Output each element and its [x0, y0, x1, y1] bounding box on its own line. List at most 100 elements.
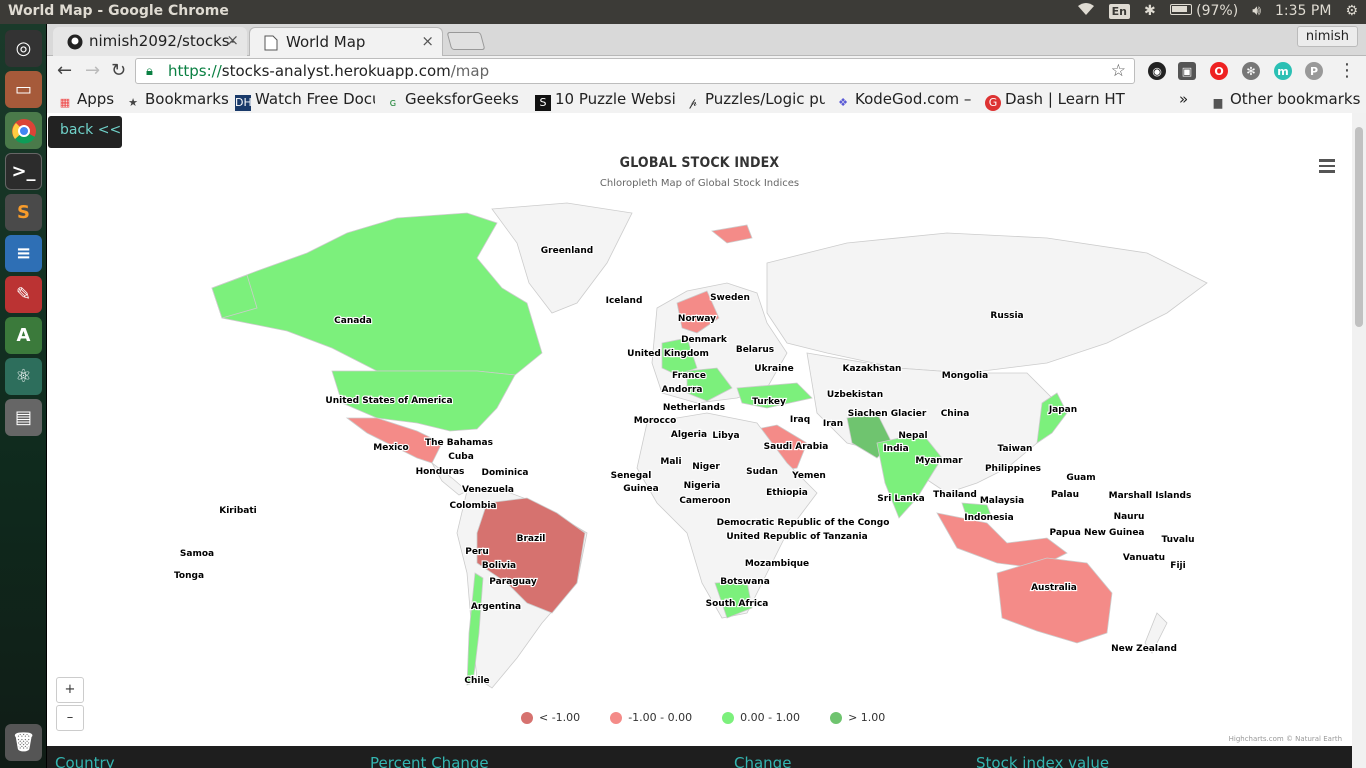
country-label: Belarus	[736, 345, 774, 355]
battery-indicator[interactable]: (97%)	[1169, 3, 1239, 19]
world-map[interactable]: Greenland Iceland Sweden Norway Russia Canada…	[47, 113, 1352, 746]
legend-swatch	[521, 711, 533, 724]
other-bookmarks[interactable]: ▆ Other bookmarks	[1210, 90, 1361, 111]
reload-icon[interactable]: ↻	[111, 60, 126, 81]
atom-icon[interactable]: ⚛	[5, 358, 42, 395]
writer-icon[interactable]: ≡	[5, 235, 42, 272]
column-header-percent-change[interactable]: Percent Change	[370, 754, 489, 768]
bookmark-watch-free-docu[interactable]: DH Watch Free Docu	[235, 90, 375, 111]
url-host: stocks-analyst.herokuapp.com	[221, 62, 451, 80]
tab-title: World Map	[286, 33, 366, 51]
country-label: Ethiopia	[766, 488, 808, 498]
country-label: Tonga	[174, 571, 204, 581]
country-label: Palau	[1051, 490, 1079, 500]
tab-world-map[interactable]: World Map ×	[249, 27, 443, 56]
bookmarks-bar: ▦ Apps ★ Bookmarks DH Watch Free Docu ɢ Geek…	[47, 86, 1366, 112]
trash-icon[interactable]: 🗑︎	[5, 724, 42, 761]
bug-icon[interactable]: ✻	[1242, 62, 1260, 80]
country-label: Norway	[678, 314, 716, 324]
close-icon[interactable]: ×	[226, 31, 239, 49]
menu-icon[interactable]: ⋮	[1338, 60, 1356, 81]
data-table-header: Country Percent Change Change Stock inde…	[47, 746, 1352, 768]
scroll-thumb[interactable]	[1355, 127, 1363, 327]
address-bar[interactable]: 🔒︎ https://stocks-analyst.herokuapp.com/…	[135, 58, 1135, 84]
country-label: Denmark	[681, 335, 728, 345]
map-legend: < -1.00 -1.00 - 0.00 0.00 - 1.00 > 1.00	[521, 711, 885, 724]
country-label: China	[941, 409, 970, 419]
wifi-icon[interactable]	[1077, 2, 1095, 20]
app-launcher: ◎ ▭ >_ S ≡ ✎ A ⚛ ▤ 🗑︎	[0, 24, 47, 768]
keyboard-layout-indicator[interactable]: En	[1108, 3, 1130, 19]
bookmark-geeksforgeeks[interactable]: ɢGeeksforGeeks | /	[385, 90, 525, 111]
disk-icon[interactable]: ▤	[5, 399, 42, 436]
ubuntu-dash-icon[interactable]: ◎	[5, 30, 42, 67]
bluetooth-icon[interactable]: ✱	[1144, 3, 1156, 19]
legend-item[interactable]: < -1.00	[521, 711, 580, 724]
country-label: Canada	[334, 316, 372, 326]
bookmark-kodegod[interactable]: ❖ KodeGod.com – 1	[835, 90, 975, 111]
back-button[interactable]: back <<	[48, 116, 122, 148]
close-icon[interactable]: ×	[421, 32, 434, 50]
country-label: Bolivia	[482, 561, 516, 571]
profile-button[interactable]: nimish	[1296, 26, 1358, 47]
gear-icon[interactable]: ⚙	[1345, 3, 1358, 19]
column-header-country[interactable]: Country	[55, 754, 115, 768]
zoom-in-button[interactable]: +	[56, 677, 84, 703]
android-studio-icon[interactable]: A	[5, 317, 42, 354]
star-icon[interactable]: ☆	[1111, 61, 1126, 81]
country-label: Cameroon	[679, 496, 730, 506]
page-scrollbar[interactable]	[1352, 113, 1366, 768]
system-tray: En ✱ (97%) 🔊︎ 1:35 PM ⚙	[1077, 2, 1358, 20]
country-label: Argentina	[471, 602, 521, 612]
legend-swatch	[722, 711, 735, 724]
files-icon[interactable]: ▭	[5, 71, 42, 108]
country-label: Paraguay	[489, 577, 537, 587]
legend-item[interactable]: > 1.00	[830, 711, 885, 724]
country-label: Sweden	[710, 293, 750, 303]
battery-percent: (97%)	[1196, 3, 1239, 19]
back-arrow-icon[interactable]: ←	[57, 60, 72, 81]
country-label: Malaysia	[980, 496, 1024, 506]
bookmarks-overflow[interactable]: »	[1179, 90, 1188, 108]
sublime-icon[interactable]: S	[5, 194, 42, 231]
chart-menu-icon[interactable]	[1319, 159, 1337, 173]
github-icon	[67, 34, 83, 50]
window-title: World Map - Google Chrome	[8, 3, 229, 19]
chrome-icon[interactable]	[5, 112, 42, 149]
volume-icon[interactable]: 🔊︎	[1252, 3, 1261, 19]
clock[interactable]: 1:35 PM	[1275, 3, 1331, 19]
new-tab-button[interactable]	[446, 32, 486, 50]
country-label: United Kingdom	[627, 349, 709, 359]
settings-icon[interactable]: ✎	[5, 276, 42, 313]
country-label: Iran	[823, 419, 843, 429]
country-label: Fiji	[1170, 561, 1185, 571]
country-label: The Bahamas	[425, 438, 493, 448]
column-header-change[interactable]: Change	[734, 754, 791, 768]
chart-credits[interactable]: Highcharts.com © Natural Earth	[1229, 735, 1342, 743]
bookmark-apps[interactable]: ▦ Apps	[57, 90, 117, 111]
extension-p-icon[interactable]: P	[1305, 62, 1323, 80]
country-label: Yemen	[791, 471, 826, 481]
zoom-out-button[interactable]: –	[56, 705, 84, 731]
country-label: Senegal	[611, 471, 652, 481]
bookmark-bookmarks[interactable]: ★ Bookmarks	[125, 90, 228, 111]
country-label: Mozambique	[745, 559, 809, 569]
extension-m-icon[interactable]: m	[1274, 62, 1292, 80]
country-label: Samoa	[180, 549, 214, 559]
bookmark-dash[interactable]: G Dash | Learn HTM	[985, 90, 1125, 111]
country-label: Kiribati	[219, 506, 257, 516]
forward-arrow-icon[interactable]: →	[85, 60, 100, 81]
extension-icon[interactable]: ◉	[1148, 62, 1166, 80]
terminal-icon[interactable]: >_	[5, 153, 42, 190]
opera-icon[interactable]: O	[1210, 62, 1228, 80]
extension-icon[interactable]: ▣	[1178, 62, 1196, 80]
dh-icon: DH	[235, 95, 252, 111]
bookmark-10-puzzle[interactable]: S 10 Puzzle Websit	[535, 90, 675, 111]
country-label: Mexico	[373, 443, 408, 453]
legend-item[interactable]: 0.00 - 1.00	[722, 711, 800, 724]
tab-github[interactable]: nimish2092/stocks- ×	[53, 27, 247, 56]
country-label: Guam	[1066, 473, 1095, 483]
column-header-stock-index-value[interactable]: Stock index value	[976, 754, 1109, 768]
legend-item[interactable]: -1.00 - 0.00	[610, 711, 692, 724]
bookmark-puzzles-logic[interactable]: 𝓅 Puzzles/Logic pu	[685, 90, 825, 111]
